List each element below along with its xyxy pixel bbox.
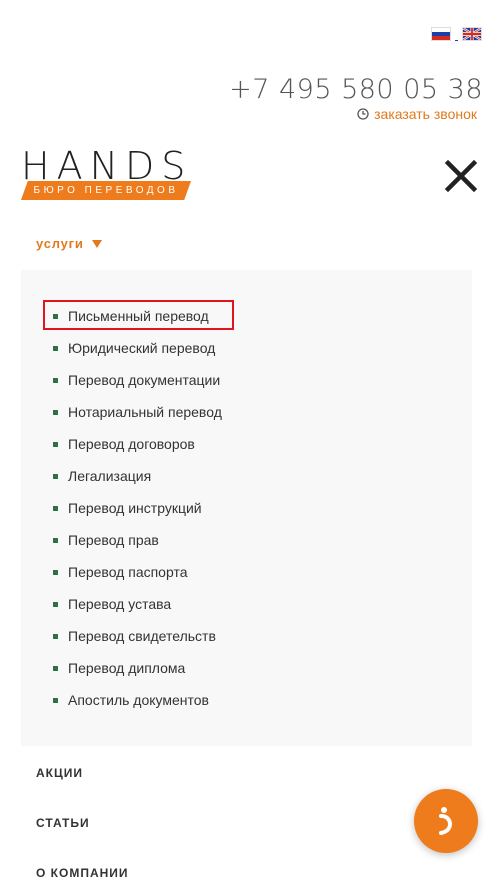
chat-button[interactable] bbox=[414, 789, 478, 853]
chat-icon bbox=[439, 807, 453, 835]
services-list: Письменный перевод Юридический перевод П… bbox=[21, 300, 472, 716]
submenu-item-label: Апостиль документов bbox=[68, 692, 209, 708]
russia-flag-icon[interactable] bbox=[431, 27, 451, 41]
submenu-item[interactable]: Перевод инструкций bbox=[21, 492, 472, 524]
submenu-item-label: Перевод договоров bbox=[68, 436, 195, 452]
submenu-item-label: Легализация bbox=[68, 468, 152, 484]
submenu-item-label: Нотариальный перевод bbox=[68, 404, 222, 420]
menu-item-articles[interactable]: статьи bbox=[36, 816, 90, 830]
submenu-item[interactable]: Перевод свидетельств bbox=[21, 620, 472, 652]
triangle-down-icon bbox=[91, 239, 102, 248]
language-switcher bbox=[431, 27, 482, 41]
callback-label: заказать звонок bbox=[374, 106, 477, 122]
submenu-item-label: Перевод свидетельств bbox=[68, 628, 216, 644]
uk-flag-icon[interactable] bbox=[462, 27, 482, 41]
logo-tagline: БЮРО ПЕРЕВОДОВ bbox=[21, 181, 191, 200]
close-icon[interactable] bbox=[444, 159, 478, 193]
submenu-item[interactable]: Юридический перевод bbox=[21, 332, 472, 364]
submenu-item-label: Перевод паспорта bbox=[68, 564, 188, 580]
submenu-item[interactable]: Перевод паспорта bbox=[21, 556, 472, 588]
logo-word: HANDS bbox=[21, 144, 193, 188]
submenu-item[interactable]: Письменный перевод bbox=[21, 300, 472, 332]
submenu-item[interactable]: Легализация bbox=[21, 460, 472, 492]
submenu-item-label: Перевод диплома bbox=[68, 660, 186, 676]
submenu-item[interactable]: Перевод договоров bbox=[21, 428, 472, 460]
services-submenu: Письменный перевод Юридический перевод П… bbox=[21, 270, 472, 746]
submenu-item[interactable]: Нотариальный перевод bbox=[21, 396, 472, 428]
clock-icon bbox=[357, 108, 369, 120]
highlight-box bbox=[43, 300, 234, 330]
submenu-item-label: Перевод прав bbox=[68, 532, 159, 548]
callback-link[interactable]: заказать звонок bbox=[357, 106, 477, 122]
phone-number[interactable]: +7 495 580 05 38 bbox=[229, 74, 483, 105]
language-separator bbox=[455, 29, 458, 41]
submenu-item[interactable]: Перевод диплома bbox=[21, 652, 472, 684]
logo[interactable]: HANDS БЮРО ПЕРЕВОДОВ bbox=[21, 144, 193, 204]
submenu-item[interactable]: Перевод устава bbox=[21, 588, 472, 620]
submenu-item[interactable]: Перевод прав bbox=[21, 524, 472, 556]
menu-item-services[interactable]: услуги bbox=[36, 236, 102, 251]
submenu-item-label: Юридический перевод bbox=[68, 340, 216, 356]
menu-item-about[interactable]: о компании bbox=[36, 866, 129, 877]
submenu-item[interactable]: Апостиль документов bbox=[21, 684, 472, 716]
submenu-item-label: Перевод устава bbox=[68, 596, 172, 612]
submenu-item-label: Перевод документации bbox=[68, 372, 221, 388]
submenu-item-label: Перевод инструкций bbox=[68, 500, 202, 516]
menu-item-promotions[interactable]: акции bbox=[36, 766, 83, 780]
submenu-item[interactable]: Перевод документации bbox=[21, 364, 472, 396]
menu-item-services-label: услуги bbox=[36, 236, 84, 251]
